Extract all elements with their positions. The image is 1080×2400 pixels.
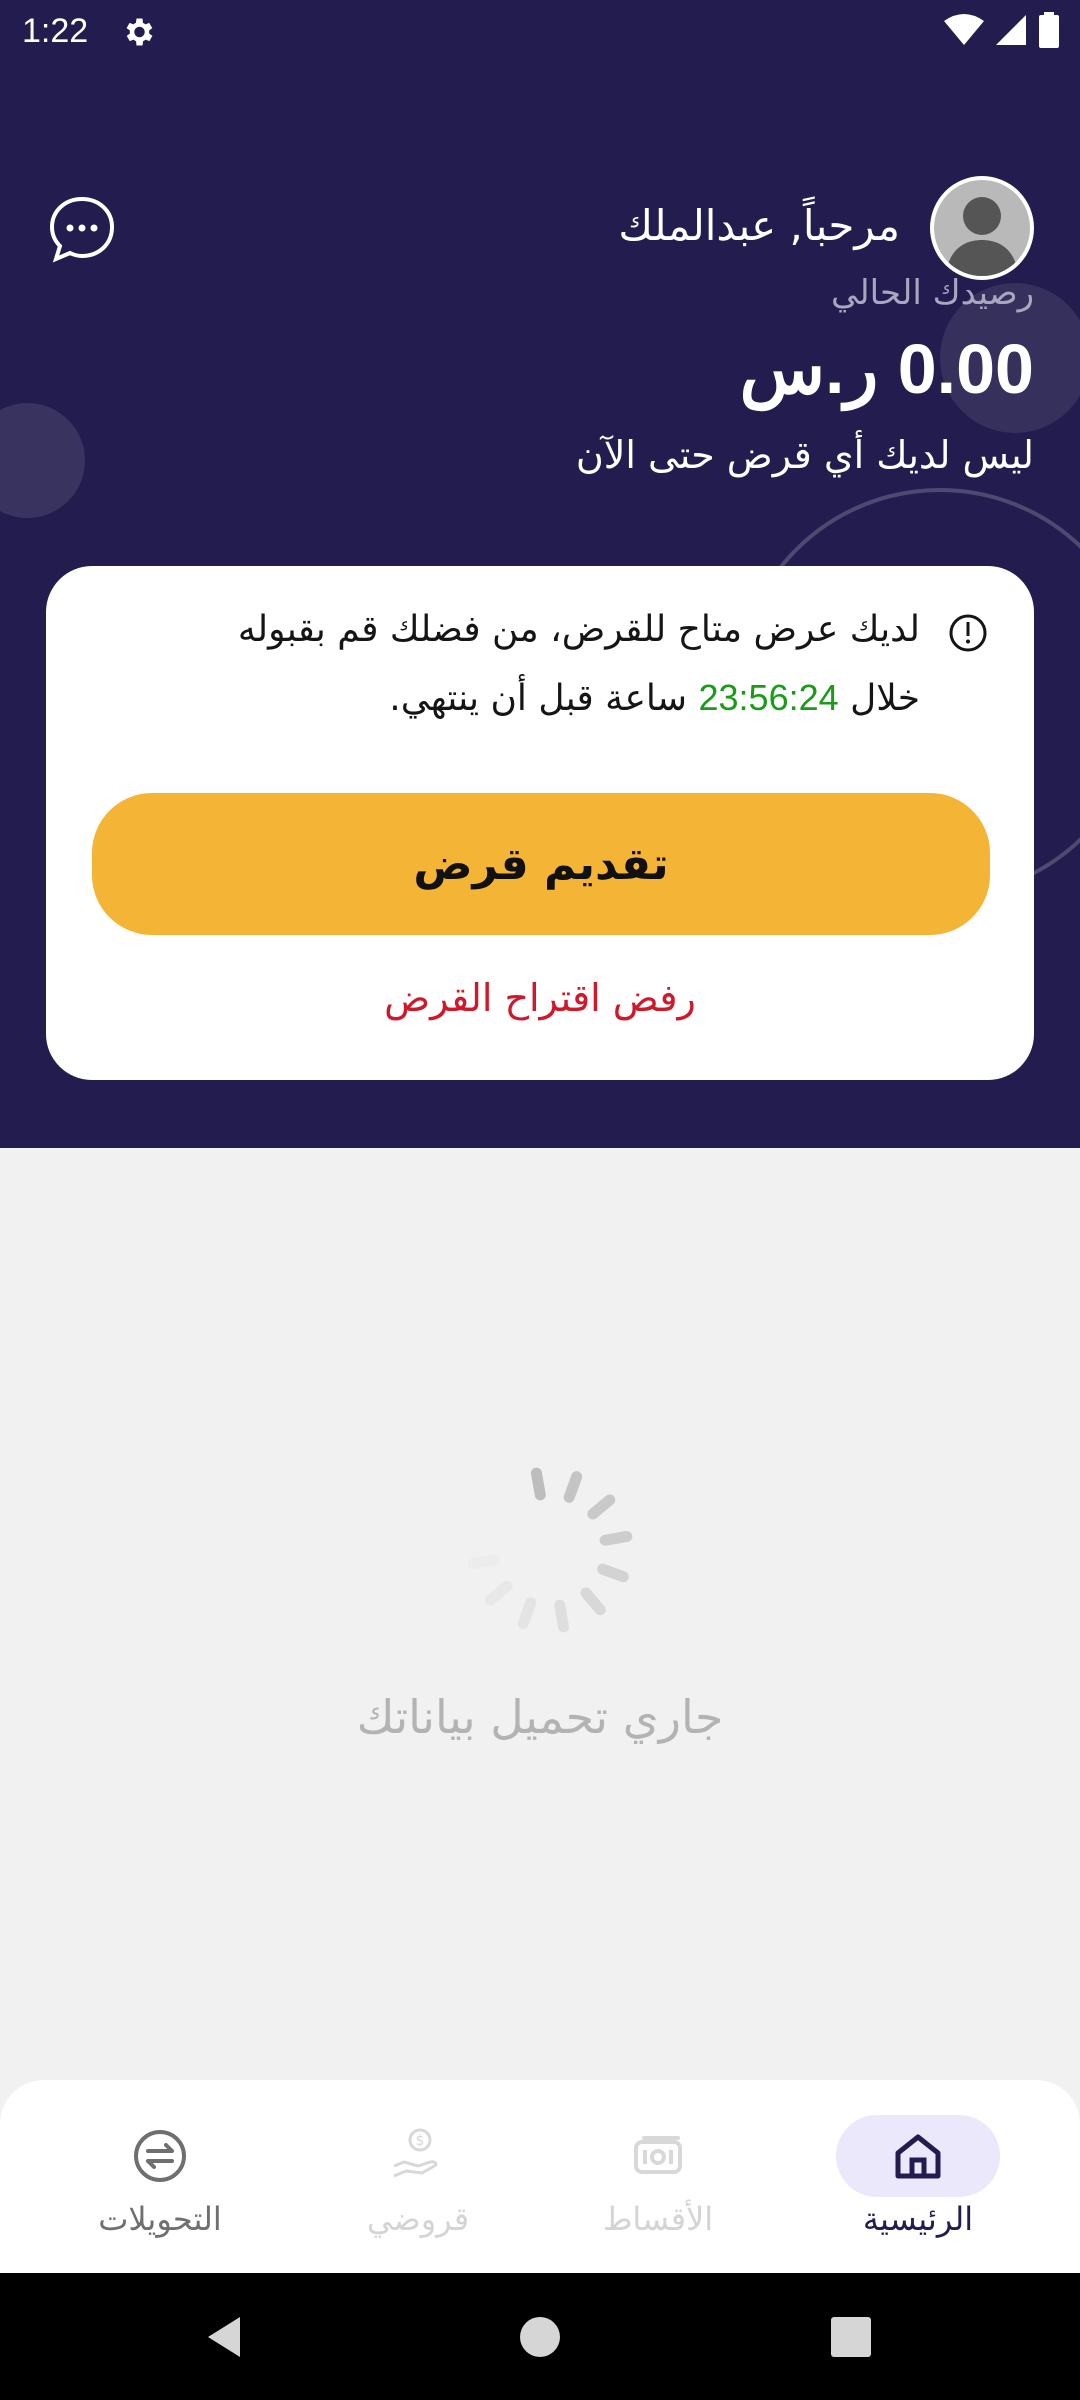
loading-text: جاري تحميل بياناتك [356,1690,724,1744]
countdown-timer: 23:56:24 [698,677,839,718]
settings-icon [126,18,153,46]
svg-text:$: $ [416,2133,425,2149]
offer-line-1: لديك عرض متاح للقرض، من فضلك قم بقبوله [237,609,920,650]
chat-icon[interactable] [48,195,116,263]
nav-item-installments[interactable]: الأقساط [548,2080,768,2273]
home-button-icon[interactable] [518,2315,562,2359]
installments-icon [634,2136,682,2174]
transfers-icon [134,2130,186,2182]
reject-loan-link[interactable]: رفض اقتراح القرض [46,976,1034,1020]
signal-icon [996,15,1026,45]
submit-loan-button[interactable]: تقديم قرض [92,793,990,935]
nav-item-transfers[interactable]: التحويلات [50,2080,270,2273]
greeting-text: مرحباً, عبدالملك [618,201,900,250]
status-bar: 1:22 [0,0,1080,63]
home-icon [895,2134,941,2179]
offer-line-2-suffix: ساعة قبل أن ينتهي. [389,678,688,719]
back-icon[interactable] [200,2313,248,2361]
offer-line-2-prefix: خلال [850,678,920,719]
decorative-circle [0,403,85,518]
info-icon [949,614,987,652]
balance-amount: 0.00 ر.س [739,330,1034,408]
recents-icon[interactable] [830,2316,872,2358]
nav-label-transfers: التحويلات [98,2200,222,2238]
loan-offer-message: لديك عرض متاح للقرض، من فضلك قم بقبوله خ… [160,596,920,733]
account-header: مرحباً, عبدالملك رصيدك الحالي 0.00 ر.س ل… [0,63,1080,1148]
nav-label-my-loans: قروضي [366,2200,470,2238]
nav-label-home: الرئيسية [862,2200,974,2238]
offer-line-2: خلال 23:56:24 ساعة قبل أن ينتهي. [160,664,920,733]
wifi-icon [944,14,984,45]
system-navigation-bar [0,2273,1080,2400]
nav-item-home[interactable]: الرئيسية [808,2080,1028,2273]
loans-icon: $ [393,2128,438,2178]
loan-status-text: ليس لديك أي قرض حتى الآن [575,433,1034,477]
balance-label: رصيدك الحالي [830,273,1034,313]
avatar[interactable] [930,176,1034,280]
status-icons [944,12,1060,48]
battery-icon [1039,12,1059,48]
nav-label-installments: الأقساط [602,2200,714,2238]
loan-offer-card: لديك عرض متاح للقرض، من فضلك قم بقبوله خ… [46,566,1034,1080]
person-icon [946,197,1018,276]
bottom-navigation: الرئيسية الأقساط $ قروضي التحويلات [0,2080,1080,2273]
status-time: 1:22 [22,12,89,50]
nav-item-my-loans[interactable]: $ قروضي [308,2080,528,2273]
loading-spinner-icon [467,1467,633,1633]
avatar-image [934,180,1030,276]
